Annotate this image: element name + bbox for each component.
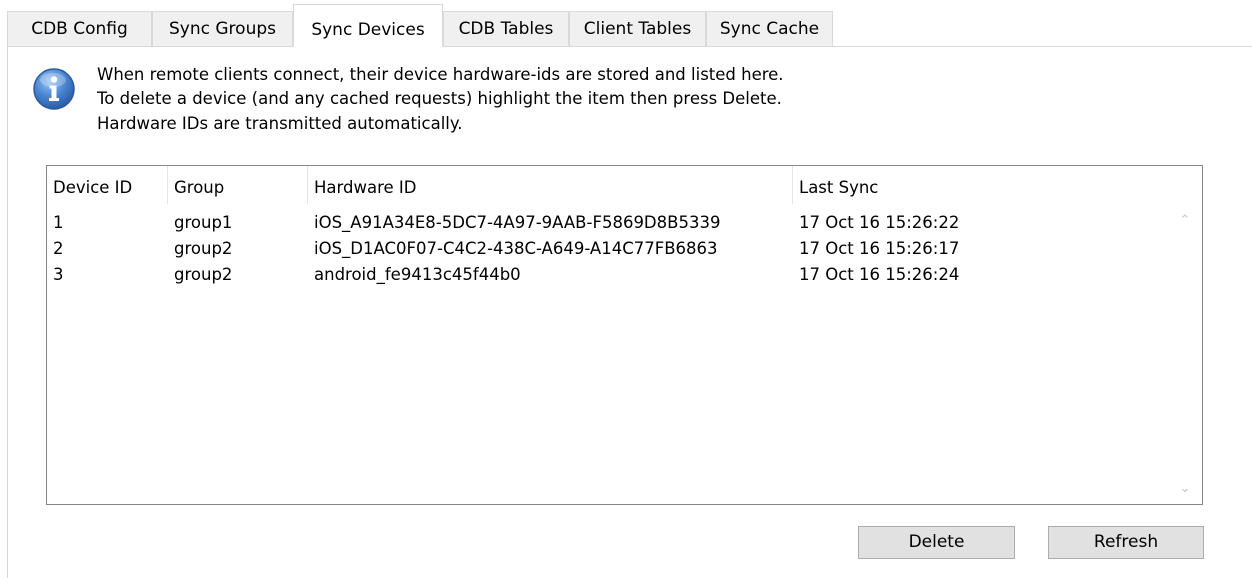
last-sync-cell: 17 Oct 16 15:26:17 (799, 239, 960, 258)
device-id-cell: 3 (53, 265, 64, 284)
scroll-up-arrow-icon[interactable]: ⌃ (1168, 210, 1202, 232)
tab-sync-devices[interactable]: Sync Devices (293, 4, 443, 47)
table-row[interactable]: 1 group1 iOS_A91A34E8-5DC7-4A97-9AAB-F58… (47, 212, 1167, 233)
tab-sync-groups[interactable]: Sync Groups (152, 11, 293, 46)
device-id-cell: 2 (53, 239, 64, 258)
hardware-id-cell: iOS_A91A34E8-5DC7-4A97-9AAB-F5869D8B5339 (314, 213, 721, 232)
group-cell: group2 (174, 239, 233, 258)
hardware-id-cell: android_fe9413c45f44b0 (314, 265, 521, 284)
last-sync-cell: 17 Oct 16 15:26:24 (799, 265, 960, 284)
info-icon (33, 68, 75, 110)
column-header-hardware-id[interactable]: Hardware ID (308, 166, 793, 204)
tab-cdb-tables[interactable]: CDB Tables (443, 11, 569, 46)
last-sync-cell: 17 Oct 16 15:26:22 (799, 213, 960, 232)
group-cell: group2 (174, 265, 233, 284)
info-text-line-3: Hardware IDs are transmitted automatical… (97, 114, 463, 133)
scroll-down-arrow-icon[interactable]: ⌄ (1168, 478, 1202, 500)
table-row[interactable]: 3 group2 android_fe9413c45f44b0 17 Oct 1… (47, 264, 1167, 285)
table-row[interactable]: 2 group2 iOS_D1AC0F07-C4C2-438C-A649-A14… (47, 238, 1167, 259)
column-header-last-sync[interactable]: Last Sync (793, 166, 1169, 204)
info-text-line-2: To delete a device (and any cached reque… (97, 89, 782, 108)
vertical-scrollbar[interactable]: ⌃ ⌄ (1168, 204, 1202, 504)
column-header-group[interactable]: Group (168, 166, 308, 204)
info-text-line-1: When remote clients connect, their devic… (97, 65, 784, 84)
device-list[interactable]: Device ID Group Hardware ID Last Sync 1 … (46, 165, 1203, 505)
device-id-cell: 1 (53, 213, 64, 232)
tab-client-tables[interactable]: Client Tables (569, 11, 706, 46)
tab-cdb-config[interactable]: CDB Config (7, 11, 152, 46)
hardware-id-cell: iOS_D1AC0F07-C4C2-438C-A649-A14C77FB6863 (314, 239, 718, 258)
column-header-device-id[interactable]: Device ID (47, 166, 168, 204)
tab-sync-cache[interactable]: Sync Cache (706, 11, 833, 46)
delete-button[interactable]: Delete (858, 526, 1015, 559)
refresh-button[interactable]: Refresh (1048, 526, 1204, 559)
group-cell: group1 (174, 213, 233, 232)
sync-devices-window: CDB Config Sync Groups Sync Devices CDB … (0, 0, 1252, 578)
